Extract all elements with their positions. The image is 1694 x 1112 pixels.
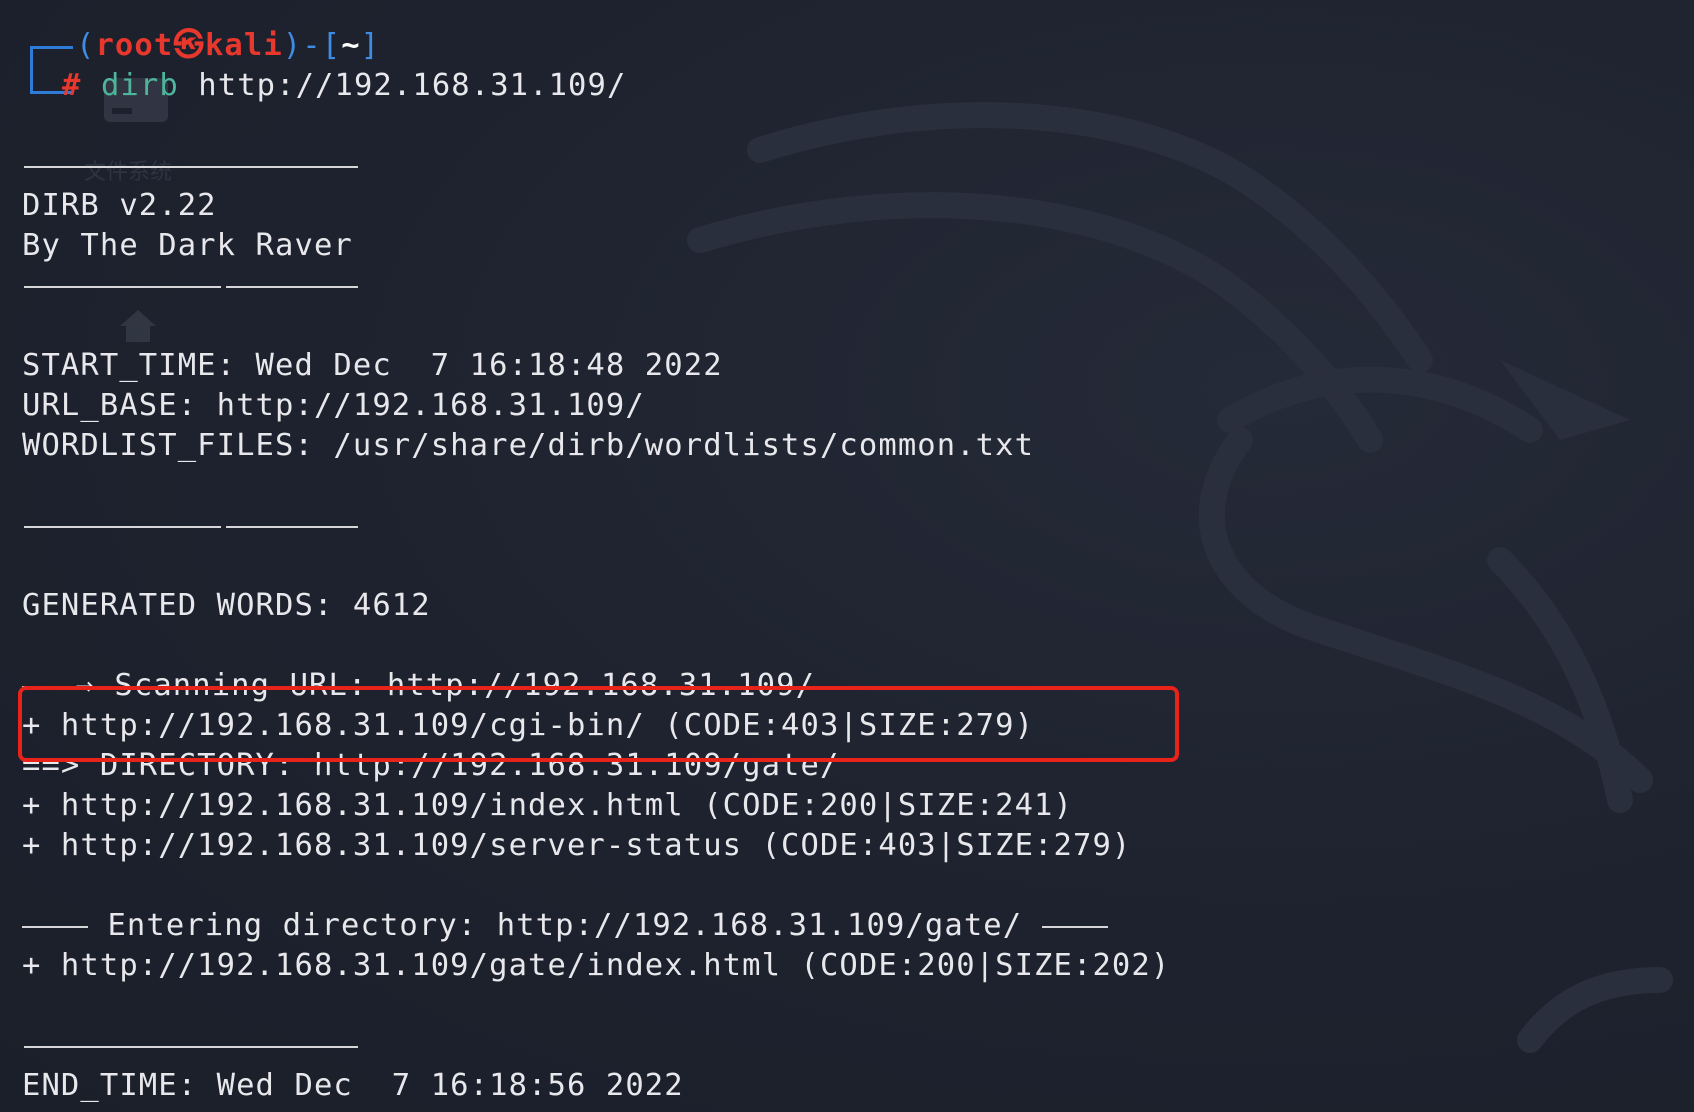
end-time: END_TIME: Wed Dec 7 16:18:56 2022: [22, 1068, 684, 1103]
prompt-dir: ~: [341, 28, 361, 63]
command-argument: http://192.168.31.109/: [198, 68, 627, 103]
wordlist-files: WORDLIST_FILES: /usr/share/dirb/wordlist…: [22, 428, 1035, 463]
result-gate-index: + http://192.168.31.109/gate/index.html …: [22, 948, 1171, 983]
banner-version: DIRB v2.22: [22, 188, 217, 223]
prompt-hash: #: [62, 68, 82, 103]
banner-author: By The Dark Raver: [22, 228, 353, 263]
url-base: URL_BASE: http://192.168.31.109/: [22, 388, 645, 423]
entering-label: Entering directory: http://192.168.31.10…: [107, 908, 1023, 943]
home-icon: [120, 310, 156, 342]
divider-rule: [24, 1046, 358, 1048]
folder-label: 文件系统: [84, 160, 173, 185]
result-index-html: + http://192.168.31.109/index.html (CODE…: [22, 788, 1073, 823]
generated-words: GENERATED WORDS: 4612: [22, 588, 431, 623]
divider-rule: [24, 526, 358, 528]
divider-rule: [24, 166, 358, 168]
prompt-line-1: (root㉿kali)-[~]: [76, 28, 381, 63]
divider-rule: [24, 286, 358, 288]
prompt-user: root: [95, 28, 174, 63]
command-name: dirb: [100, 68, 179, 103]
result-server-status: + http://192.168.31.109/server-status (C…: [22, 828, 1132, 863]
command-line[interactable]: # dirb http://192.168.31.109/: [62, 66, 626, 106]
prompt-at-symbol: ㉿: [173, 28, 205, 63]
terminal-window[interactable]: 文件系统 (root㉿kali)-[~] # dirb http://192.1…: [0, 0, 1694, 1112]
entering-header: Entering directory: http://192.168.31.10…: [22, 906, 1108, 946]
start-time: START_TIME: Wed Dec 7 16:18:48 2022: [22, 348, 723, 383]
highlight-annotation: [18, 686, 1179, 762]
prompt-host: kali: [204, 28, 283, 63]
